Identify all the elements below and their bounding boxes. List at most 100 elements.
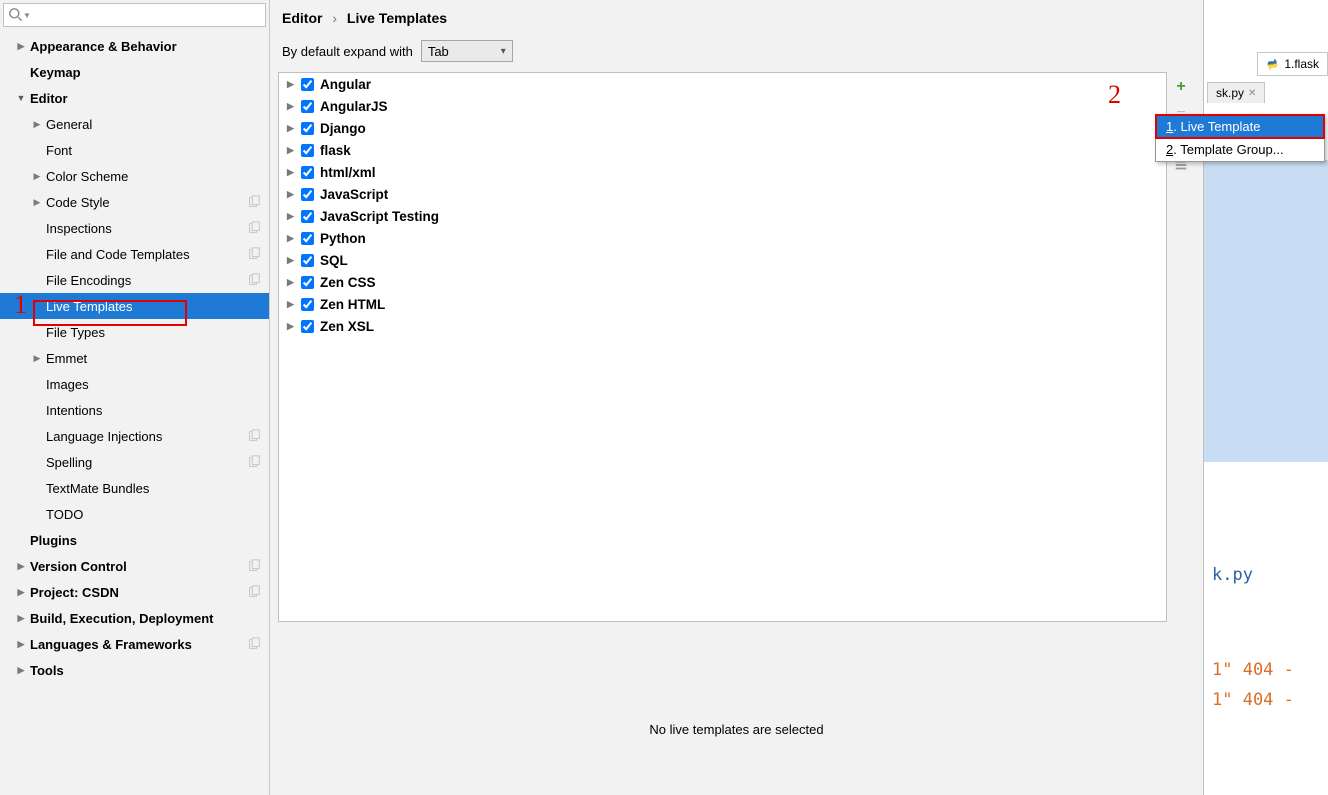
sidebar-item-live-templates[interactable]: Live Templates bbox=[0, 293, 269, 319]
template-checkbox[interactable] bbox=[301, 188, 314, 201]
code-fragment-1: 1" 404 - bbox=[1212, 660, 1294, 680]
project-icon bbox=[247, 273, 261, 287]
settings-tree[interactable]: ▶Appearance & BehaviorKeymap▼Editor▶Gene… bbox=[0, 31, 269, 795]
editor-pane: Editor › Live Templates By default expan… bbox=[270, 0, 1203, 795]
sidebar-item-label: Inspections bbox=[46, 221, 247, 236]
tree-arrow-icon: ▶ bbox=[287, 255, 295, 266]
templates-list[interactable]: ▶Angular▶AngularJS▶Django▶flask▶html/xml… bbox=[278, 72, 1167, 622]
template-checkbox[interactable] bbox=[301, 78, 314, 91]
status-text: No live templates are selected bbox=[270, 622, 1203, 757]
search-input[interactable] bbox=[31, 4, 265, 26]
breadcrumb-editor[interactable]: Editor bbox=[282, 10, 322, 26]
sidebar-item-keymap[interactable]: Keymap bbox=[0, 59, 269, 85]
template-checkbox[interactable] bbox=[301, 232, 314, 245]
template-group-django[interactable]: ▶Django bbox=[279, 117, 1166, 139]
popup-template-group[interactable]: 2. Template Group... bbox=[1156, 138, 1324, 161]
template-group-flask[interactable]: ▶flask bbox=[279, 139, 1166, 161]
tree-arrow-icon: ▶ bbox=[287, 145, 295, 156]
background-editor-tab[interactable]: sk.py ✕ bbox=[1207, 82, 1265, 103]
sidebar-item-file-and-code-templates[interactable]: File and Code Templates bbox=[0, 241, 269, 267]
tree-arrow-icon: ▶ bbox=[16, 41, 26, 52]
template-group-python[interactable]: ▶Python bbox=[279, 227, 1166, 249]
sidebar-item-label: Plugins bbox=[30, 533, 269, 548]
sidebar-item-font[interactable]: Font bbox=[0, 137, 269, 163]
template-group-html-xml[interactable]: ▶ html/xml bbox=[279, 161, 1166, 183]
add-popup-menu: 1. Live Template 2. Template Group... bbox=[1155, 114, 1325, 162]
sidebar-item-code-style[interactable]: ▶Code Style bbox=[0, 189, 269, 215]
sidebar-item-appearance-behavior[interactable]: ▶Appearance & Behavior bbox=[0, 33, 269, 59]
expand-label: By default expand with bbox=[282, 44, 413, 59]
template-checkbox[interactable] bbox=[301, 298, 314, 311]
tree-arrow-icon: ▶ bbox=[287, 167, 295, 178]
sidebar-item-file-encodings[interactable]: File Encodings bbox=[0, 267, 269, 293]
settings-search[interactable]: ▼ bbox=[3, 3, 266, 27]
sidebar-item-label: General bbox=[46, 117, 269, 132]
add-button[interactable]: + bbox=[1171, 77, 1191, 97]
background-file-tab[interactable]: 1.flask bbox=[1257, 52, 1328, 76]
sidebar-item-build-execution-deployment[interactable]: ▶Build, Execution, Deployment bbox=[0, 605, 269, 631]
template-checkbox[interactable] bbox=[301, 276, 314, 289]
sidebar-item-todo[interactable]: TODO bbox=[0, 501, 269, 527]
sidebar-item-tools[interactable]: ▶Tools bbox=[0, 657, 269, 683]
sidebar-item-inspections[interactable]: Inspections bbox=[0, 215, 269, 241]
template-checkbox[interactable] bbox=[301, 320, 314, 333]
sidebar-item-editor[interactable]: ▼Editor bbox=[0, 85, 269, 111]
breadcrumb-live-templates: Live Templates bbox=[347, 10, 447, 26]
sidebar-item-textmate-bundles[interactable]: TextMate Bundles bbox=[0, 475, 269, 501]
python-icon bbox=[1266, 58, 1279, 71]
sidebar-item-general[interactable]: ▶General bbox=[0, 111, 269, 137]
template-group-angular[interactable]: ▶Angular bbox=[279, 73, 1166, 95]
sidebar-item-label: Project: CSDN bbox=[30, 585, 247, 600]
tree-arrow-icon: ▶ bbox=[287, 211, 295, 222]
template-group-sql[interactable]: ▶SQL bbox=[279, 249, 1166, 271]
project-icon bbox=[247, 195, 261, 209]
project-icon bbox=[247, 585, 261, 599]
template-group-zen-css[interactable]: ▶Zen CSS bbox=[279, 271, 1166, 293]
breadcrumb-separator: › bbox=[332, 10, 337, 26]
tree-arrow-icon: ▶ bbox=[16, 639, 26, 650]
sidebar-item-label: Emmet bbox=[46, 351, 269, 366]
sidebar-item-emmet[interactable]: ▶Emmet bbox=[0, 345, 269, 371]
template-group-javascript[interactable]: ▶JavaScript bbox=[279, 183, 1166, 205]
sidebar-item-spelling[interactable]: Spelling bbox=[0, 449, 269, 475]
template-checkbox[interactable] bbox=[301, 254, 314, 267]
sidebar-item-version-control[interactable]: ▶Version Control bbox=[0, 553, 269, 579]
sidebar-item-label: Color Scheme bbox=[46, 169, 269, 184]
template-group-label: Django bbox=[320, 121, 366, 136]
tree-arrow-icon: ▶ bbox=[287, 277, 295, 288]
template-group-label: AngularJS bbox=[320, 99, 388, 114]
dropdown-arrow-icon: ▼ bbox=[23, 11, 31, 20]
sidebar-item-file-types[interactable]: File Types bbox=[0, 319, 269, 345]
project-icon bbox=[247, 455, 261, 469]
sidebar-item-intentions[interactable]: Intentions bbox=[0, 397, 269, 423]
template-group-label: html/xml bbox=[320, 165, 376, 180]
template-checkbox[interactable] bbox=[301, 122, 314, 135]
template-group-zen-html[interactable]: ▶Zen HTML bbox=[279, 293, 1166, 315]
sidebar-item-plugins[interactable]: Plugins bbox=[0, 527, 269, 553]
expand-select[interactable]: Tab ▾ bbox=[421, 40, 513, 62]
sidebar-item-project-csdn[interactable]: ▶Project: CSDN bbox=[0, 579, 269, 605]
template-group-angularjs[interactable]: ▶AngularJS bbox=[279, 95, 1166, 117]
sidebar-item-language-injections[interactable]: Language Injections bbox=[0, 423, 269, 449]
popup-live-template[interactable]: 1. Live Template bbox=[1156, 115, 1324, 138]
template-checkbox[interactable] bbox=[301, 210, 314, 223]
sidebar-item-label: Keymap bbox=[30, 65, 269, 80]
close-icon[interactable]: ✕ bbox=[1248, 88, 1256, 99]
template-group-zen-xsl[interactable]: ▶Zen XSL bbox=[279, 315, 1166, 337]
sidebar-item-label: Languages & Frameworks bbox=[30, 637, 247, 652]
sidebar-item-languages-frameworks[interactable]: ▶ Languages & Frameworks bbox=[0, 631, 269, 657]
template-group-label: Python bbox=[320, 231, 366, 246]
template-checkbox[interactable] bbox=[301, 144, 314, 157]
template-checkbox[interactable] bbox=[301, 100, 314, 113]
sidebar-item-label: Font bbox=[46, 143, 269, 158]
template-checkbox[interactable] bbox=[301, 166, 314, 179]
sidebar-item-label: File Types bbox=[46, 325, 269, 340]
tree-arrow-icon: ▶ bbox=[16, 613, 26, 624]
settings-dialog: ▼ ▶Appearance & BehaviorKeymap▼Editor▶Ge… bbox=[0, 0, 1204, 795]
sidebar-item-images[interactable]: Images bbox=[0, 371, 269, 397]
template-group-javascript-testing[interactable]: ▶JavaScript Testing bbox=[279, 205, 1166, 227]
project-icon bbox=[247, 221, 261, 235]
sidebar-item-label: File and Code Templates bbox=[46, 247, 247, 262]
tree-arrow-icon: ▶ bbox=[32, 197, 42, 208]
sidebar-item-color-scheme[interactable]: ▶Color Scheme bbox=[0, 163, 269, 189]
